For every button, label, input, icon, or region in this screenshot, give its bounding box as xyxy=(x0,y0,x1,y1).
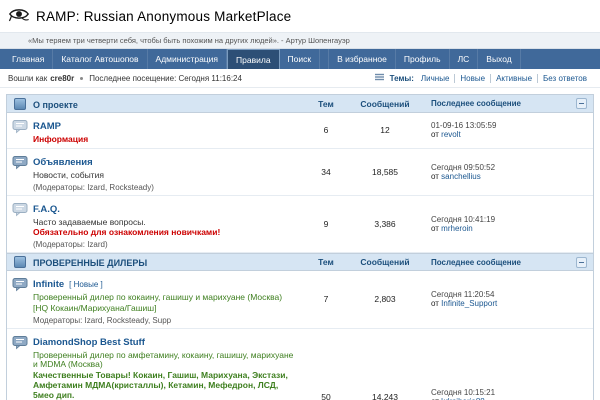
forum-icon xyxy=(12,334,28,400)
last-post-date: Сегодня 09:50:52 xyxy=(431,163,587,172)
last-post-user-link[interactable]: revolt xyxy=(441,130,461,139)
posts-count: 12 xyxy=(349,125,421,135)
main-nav: Главная Каталог Автошопов Администрация … xyxy=(0,49,600,69)
forum-link-diamondshop[interactable]: DiamondShop Best Stuff xyxy=(33,337,145,348)
column-header-posts: Сообщений xyxy=(349,99,421,109)
column-header-posts: Сообщений xyxy=(349,257,421,267)
collapse-icon[interactable] xyxy=(576,98,587,109)
site-motto: «Мы теряем три четверти себя, чтобы быть… xyxy=(0,32,600,49)
topics-count: 34 xyxy=(303,167,349,177)
nav-item-private-messages[interactable]: ЛС xyxy=(450,49,479,69)
topics-count: 7 xyxy=(303,294,349,304)
topics-filter-label: Темы: xyxy=(390,74,414,83)
forum-row-diamondshop: DiamondShop Best Stuff Проверенный дилер… xyxy=(7,329,593,400)
forum-row-ramp: RAMP Информация 6 12 01-09-16 13:05:59 о… xyxy=(7,113,593,149)
dealer-description: Проверенный дилер по кокаину, гашишу и м… xyxy=(33,293,297,303)
nav-item-favorites[interactable]: В избранное xyxy=(328,49,396,69)
topics-count: 9 xyxy=(303,219,349,229)
forum-icon xyxy=(12,118,28,148)
eye-of-horus-icon xyxy=(8,6,30,27)
page-title: RAMP: Russian Anonymous MarketPlace xyxy=(36,9,291,24)
topics-count: 50 xyxy=(303,392,349,400)
last-post-user-link[interactable]: sanchellius xyxy=(441,172,481,181)
forum-row-faq: F.A.Q. Часто задаваемые вопросы. Обязате… xyxy=(7,196,593,254)
forum-row-infinite: Infinite [ Новые ] Проверенный дилер по к… xyxy=(7,271,593,329)
last-post-from-label: от xyxy=(431,130,439,139)
collapse-icon[interactable] xyxy=(576,257,587,268)
forum-board: О проекте Тем Сообщений Последнее сообще… xyxy=(6,94,594,400)
separator-dot xyxy=(80,77,83,80)
logged-in-label: Вошли как xyxy=(8,74,47,83)
moderators-line: (Модераторы: Izard) xyxy=(33,240,297,249)
last-post-from-label: от xyxy=(431,224,439,233)
nav-item-home[interactable]: Главная xyxy=(4,49,53,69)
current-username[interactable]: cre80r xyxy=(50,74,74,83)
column-header-topics: Тем xyxy=(303,99,349,109)
posts-count: 3,386 xyxy=(349,219,421,229)
last-post-date: 01-09-16 13:05:59 xyxy=(431,121,587,130)
nav-item-profile[interactable]: Профиль xyxy=(396,49,450,69)
nav-item-search[interactable]: Поиск xyxy=(280,49,321,69)
forum-icon xyxy=(12,154,28,195)
nav-tab-rules[interactable]: Правила xyxy=(227,49,280,69)
new-posts-link[interactable]: [ Новые ] xyxy=(69,280,103,289)
forum-row-announcements: Объявления Новости, события (Модераторы:… xyxy=(7,149,593,196)
last-post-cell: Сегодня 10:41:19 от mrheroin xyxy=(421,212,593,236)
posts-count: 2,803 xyxy=(349,294,421,304)
category-title-verified-dealers[interactable]: ПРОВЕРЕННЫЕ ДИЛЕРЫ xyxy=(33,258,147,268)
column-header-last-post: Последнее сообщение xyxy=(431,258,521,267)
forum-link-announcements[interactable]: Объявления xyxy=(33,157,93,168)
posts-count: 18,585 xyxy=(349,167,421,177)
last-post-from-label: от xyxy=(431,299,439,308)
category-header-about: О проекте Тем Сообщений Последнее сообще… xyxy=(7,95,593,113)
last-visit-text: Последнее посещение: Сегодня 11:16:24 xyxy=(89,74,242,83)
topics-count: 6 xyxy=(303,125,349,135)
nav-item-logout[interactable]: Выход xyxy=(478,49,520,69)
status-bar: Вошли как cre80r Последнее посещение: Се… xyxy=(0,69,600,88)
last-post-cell: Сегодня 11:20:54 от Infinite_Support xyxy=(421,287,593,311)
last-post-date: Сегодня 10:41:19 xyxy=(431,215,587,224)
forum-link-infinite[interactable]: Infinite xyxy=(33,279,64,290)
forum-link-faq[interactable]: F.A.Q. xyxy=(33,204,60,215)
site-header: RAMP: Russian Anonymous MarketPlace xyxy=(0,0,600,32)
category-icon xyxy=(14,256,26,268)
dealer-description: Проверенный дилер по амфетамину, кокаину… xyxy=(33,351,297,371)
forum-icon xyxy=(12,201,28,253)
forum-icon xyxy=(12,276,28,328)
forum-description: Новости, события xyxy=(33,171,297,181)
last-post-user-link[interactable]: Infinite_Support xyxy=(441,299,497,308)
posts-count: 14,243 xyxy=(349,392,421,400)
moderators-line: (Модераторы: Izard, Rocksteady) xyxy=(33,183,297,192)
filter-personal[interactable]: Личные xyxy=(416,74,455,83)
forum-link-ramp[interactable]: RAMP xyxy=(33,121,61,132)
filter-unanswered[interactable]: Без ответов xyxy=(537,74,592,83)
last-post-from-label: от xyxy=(431,172,439,181)
column-header-last-post: Последнее сообщение xyxy=(431,99,521,108)
filter-new[interactable]: Новые xyxy=(454,74,490,83)
nav-item-administration[interactable]: Администрация xyxy=(148,49,227,69)
last-post-cell: Сегодня 09:50:52 от sanchellius xyxy=(421,160,593,184)
last-post-cell: 01-09-16 13:05:59 от revolt xyxy=(421,118,593,142)
forum-description: Часто задаваемые вопросы. xyxy=(33,218,297,228)
dealer-goods-list: Качественные Товары! Кокаин, Гашиш, Мари… xyxy=(33,371,297,400)
last-post-cell: Сегодня 10:15:21 от kdrsiberia88 xyxy=(421,385,593,400)
category-title-about[interactable]: О проекте xyxy=(33,100,78,110)
last-post-user-link[interactable]: mrheroin xyxy=(441,224,473,233)
forum-note: Обязательно для ознакомления новичками! xyxy=(33,228,297,238)
category-icon xyxy=(14,98,26,110)
filter-active[interactable]: Активные xyxy=(490,74,537,83)
moderators-line: Модераторы: Izard, Rocksteady, Supp xyxy=(33,316,297,325)
column-header-topics: Тем xyxy=(303,257,349,267)
category-header-verified-dealers: ПРОВЕРЕННЫЕ ДИЛЕРЫ Тем Сообщений Последн… xyxy=(7,253,593,271)
dealer-description: [HQ Кокаин/Марихуана/Гашиш] xyxy=(33,304,297,314)
last-post-date: Сегодня 11:20:54 xyxy=(431,290,587,299)
nav-item-autoshop-catalog[interactable]: Каталог Автошопов xyxy=(53,49,147,69)
last-post-date: Сегодня 10:15:21 xyxy=(431,388,587,397)
list-icon xyxy=(375,73,384,83)
forum-note: Информация xyxy=(33,135,297,145)
